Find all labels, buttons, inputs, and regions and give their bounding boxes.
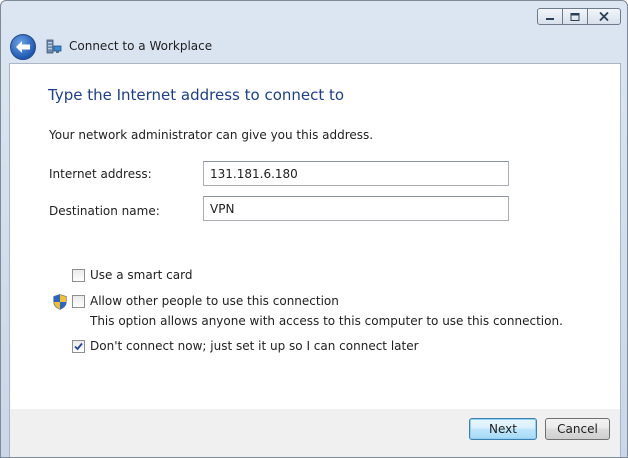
minimize-icon <box>546 17 554 20</box>
page-title: Type the Internet address to connect to <box>48 86 345 104</box>
title-bar[interactable] <box>1 1 627 31</box>
close-button[interactable] <box>587 8 621 25</box>
internet-address-input[interactable] <box>203 161 509 186</box>
internet-address-label: Internet address: <box>49 167 152 181</box>
cancel-button[interactable]: Cancel <box>545 418 610 440</box>
dont-connect-option[interactable]: Don't connect now; just set it up so I c… <box>72 339 419 353</box>
wizard-window: Connect to a Workplace Type the Internet… <box>0 0 628 458</box>
close-icon <box>599 12 609 21</box>
smart-card-checkbox[interactable] <box>72 268 85 282</box>
uac-shield-icon <box>53 294 67 310</box>
wizard-footer: Next Cancel <box>9 409 621 457</box>
allow-others-option[interactable]: Allow other people to use this connectio… <box>72 294 339 308</box>
smart-card-label: Use a smart card <box>90 268 193 282</box>
navigation-bar: Connect to a Workplace <box>1 31 627 63</box>
dont-connect-checkbox[interactable] <box>72 339 85 353</box>
destination-name-input[interactable] <box>203 196 509 221</box>
caption-buttons <box>537 8 621 25</box>
wizard-title: Connect to a Workplace <box>69 39 213 53</box>
allow-others-checkbox[interactable] <box>72 294 85 308</box>
back-arrow-icon <box>16 41 30 53</box>
maximize-icon <box>570 12 580 21</box>
destination-name-label: Destination name: <box>49 204 160 218</box>
back-button[interactable] <box>10 34 36 60</box>
next-button[interactable]: Next <box>469 418 537 440</box>
checkmark-icon <box>74 342 83 350</box>
maximize-button[interactable] <box>562 8 588 25</box>
intro-text: Your network administrator can give you … <box>49 128 374 142</box>
minimize-button[interactable] <box>537 8 563 25</box>
dont-connect-label: Don't connect now; just set it up so I c… <box>90 339 419 353</box>
allow-others-label: Allow other people to use this connectio… <box>90 294 339 308</box>
wizard-content: Type the Internet address to connect to … <box>9 63 621 409</box>
workplace-network-icon <box>46 39 62 54</box>
allow-others-note: This option allows anyone with access to… <box>90 314 563 328</box>
smart-card-option[interactable]: Use a smart card <box>72 268 192 282</box>
